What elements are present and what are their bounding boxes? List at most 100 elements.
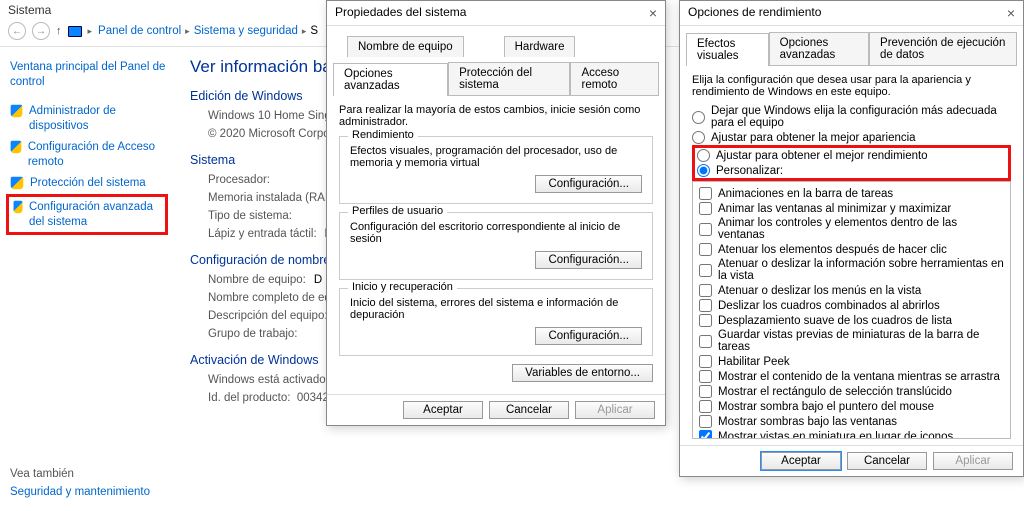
nav-fwd-icon[interactable]: → [32,22,50,40]
effect-label: Animar las ventanas al minimizar y maxim… [718,203,951,215]
effect-checkbox[interactable]: Animar las ventanas al minimizar y maxim… [699,201,1004,216]
performance-desc: Efectos visuales, programación del proce… [350,145,642,169]
field-pcname-value: D [314,271,322,289]
tab-protection[interactable]: Protección del sistema [448,62,570,95]
effect-checkbox[interactable]: Deslizar los cuadros combinados al abrir… [699,298,1004,313]
effect-checkbox[interactable]: Mostrar el contenido de la ventana mient… [699,369,1004,384]
shield-icon [13,200,22,213]
radio-best-performance[interactable]: Ajustar para obtener el mejor rendimient… [697,148,1006,163]
performance-options-dialog: Opciones de rendimiento × Efectos visuale… [679,0,1024,477]
close-icon[interactable]: × [649,5,657,21]
system-properties-dialog: Propiedades del sistema × Nombre de equip… [326,0,666,426]
effect-label: Habilitar Peek [718,356,790,368]
shield-icon [11,105,23,118]
chevron-right-icon: ▸ [185,26,190,37]
effect-label: Animar los controles y elementos dentro … [718,217,1004,241]
performance-group: Rendimiento Efectos visuales, programaci… [339,136,653,204]
tab-remote[interactable]: Acceso remoto [570,62,659,95]
effect-checkbox[interactable]: Mostrar vistas en miniatura en lugar de … [699,429,1004,439]
tab-dep[interactable]: Prevención de ejecución de datos [869,32,1017,65]
field-ram: Memoria instalada (RAM): [190,189,342,207]
sidebar-home[interactable]: Ventana principal del Panel de control [10,57,168,93]
effect-label: Mostrar el rectángulo de selección trans… [718,386,952,398]
cancel-button[interactable]: Cancelar [847,452,927,470]
breadcrumb-item[interactable]: Panel de control [98,25,181,37]
effect-checkbox[interactable]: Mostrar sombras bajo las ventanas [699,414,1004,429]
nav-back-icon[interactable]: ← [8,22,26,40]
ok-button[interactable]: Aceptar [761,452,841,470]
effect-label: Deslizar los cuadros combinados al abrir… [718,300,940,312]
effect-label: Atenuar o deslizar los menús en la vista [718,285,921,297]
effect-checkbox[interactable]: Habilitar Peek [699,354,1004,369]
effect-checkbox[interactable]: Atenuar o deslizar la información sobre … [699,257,1004,283]
sidebar-item-protection[interactable]: Protección del sistema [10,173,168,194]
effect-label: Atenuar o deslizar la información sobre … [718,258,1004,282]
profiles-desc: Configuración del escritorio correspondi… [350,221,642,245]
tab-visual-effects[interactable]: Efectos visuales [686,33,769,66]
chevron-right-icon: ▸ [302,26,307,37]
recovery-settings-button[interactable]: Configuración... [535,327,642,345]
breadcrumb-item[interactable]: Sistema y seguridad [194,25,298,37]
effects-checklist[interactable]: Animaciones en la barra de tareas Animar … [692,181,1011,439]
recovery-group: Inicio y recuperación Inicio del sistema… [339,288,653,356]
field-pcname: Nombre de equipo: [190,271,306,289]
effect-checkbox[interactable]: Guardar vistas previas de miniaturas de … [699,328,1004,354]
effect-checkbox[interactable]: Mostrar el rectángulo de selección trans… [699,384,1004,399]
dialog-title: Propiedades del sistema [335,5,466,21]
effect-label: Atenuar los elementos después de hacer c… [718,244,947,256]
sidebar-item-advanced[interactable]: Configuración avanzada del sistema [6,194,168,236]
ok-button[interactable]: Aceptar [403,401,483,419]
tab-hardware[interactable]: Hardware [504,36,576,57]
group-legend: Perfiles de usuario [348,205,447,217]
group-legend: Inicio y recuperación [348,281,457,293]
radio-label: Ajustar para obtener la mejor apariencia [711,132,916,144]
sidebar-item-label: Protección del sistema [30,176,146,191]
cancel-button[interactable]: Cancelar [489,401,569,419]
sidebar-item-label: Configuración avanzada del sistema [29,200,161,230]
activation-status: Windows está activado [208,374,326,386]
env-vars-button[interactable]: Variables de entorno... [512,364,653,382]
effect-label: Mostrar el contenido de la ventana mient… [718,371,1000,383]
effect-checkbox[interactable]: Desplazamiento suave de los cuadros de l… [699,313,1004,328]
radio-best-appearance[interactable]: Ajustar para obtener la mejor apariencia [692,130,1011,145]
sidebar-item-devmgr[interactable]: Administrador de dispositivos [10,101,168,137]
field-touch: Lápiz y entrada táctil: [190,225,317,243]
profiles-settings-button[interactable]: Configuración... [535,251,642,269]
effect-label: Animaciones en la barra de tareas [718,188,893,200]
effect-checkbox[interactable]: Animar los controles y elementos dentro … [699,216,1004,242]
radio-custom[interactable]: Personalizar: [697,163,1006,178]
recovery-desc: Inicio del sistema, errores del sistema … [350,297,642,321]
sidebar-item-remote[interactable]: Configuración de Acceso remoto [10,137,168,173]
chevron-right-icon: ▸ [88,26,93,37]
tab-advanced[interactable]: Opciones avanzadas [769,32,869,65]
pc-icon [68,26,82,37]
effect-checkbox[interactable]: Mostrar sombra bajo el puntero del mouse [699,399,1004,414]
effect-label: Mostrar sombra bajo el puntero del mouse [718,401,934,413]
product-id-label: Id. del producto: [208,392,290,404]
see-also-link[interactable]: Seguridad y mantenimiento [10,486,150,498]
radio-let-windows[interactable]: Dejar que Windows elija la configuración… [692,104,1011,130]
close-icon[interactable]: × [1007,5,1015,21]
apply-button[interactable]: Aplicar [575,401,655,419]
dialog-title: Opciones de rendimiento [688,5,821,21]
effect-label: Guardar vistas previas de miniaturas de … [718,329,1004,353]
effect-checkbox[interactable]: Atenuar los elementos después de hacer c… [699,242,1004,257]
tab-advanced[interactable]: Opciones avanzadas [333,63,448,96]
perf-settings-button[interactable]: Configuración... [535,175,642,193]
effect-checkbox[interactable]: Animaciones en la barra de tareas [699,186,1004,201]
radio-label: Dejar que Windows elija la configuración… [711,105,1011,129]
sidebar-item-label: Administrador de dispositivos [29,104,168,134]
tab-computer-name[interactable]: Nombre de equipo [347,36,464,57]
admin-hint: Para realizar la mayoría de estos cambio… [339,104,653,128]
nav-up-icon[interactable]: ↑ [56,25,62,37]
see-also-label: Vea también [10,468,150,480]
shield-icon [11,176,24,189]
effect-label: Desplazamiento suave de los cuadros de l… [718,315,952,327]
apply-button[interactable]: Aplicar [933,452,1013,470]
radio-label: Personalizar: [716,165,783,177]
effect-checkbox[interactable]: Atenuar o deslizar los menús en la vista [699,283,1004,298]
shield-icon [11,140,22,153]
radio-label: Ajustar para obtener el mejor rendimient… [716,150,928,162]
sidebar-item-label: Configuración de Acceso remoto [28,140,168,170]
intro-text: Elija la configuración que desea usar pa… [692,74,1011,98]
